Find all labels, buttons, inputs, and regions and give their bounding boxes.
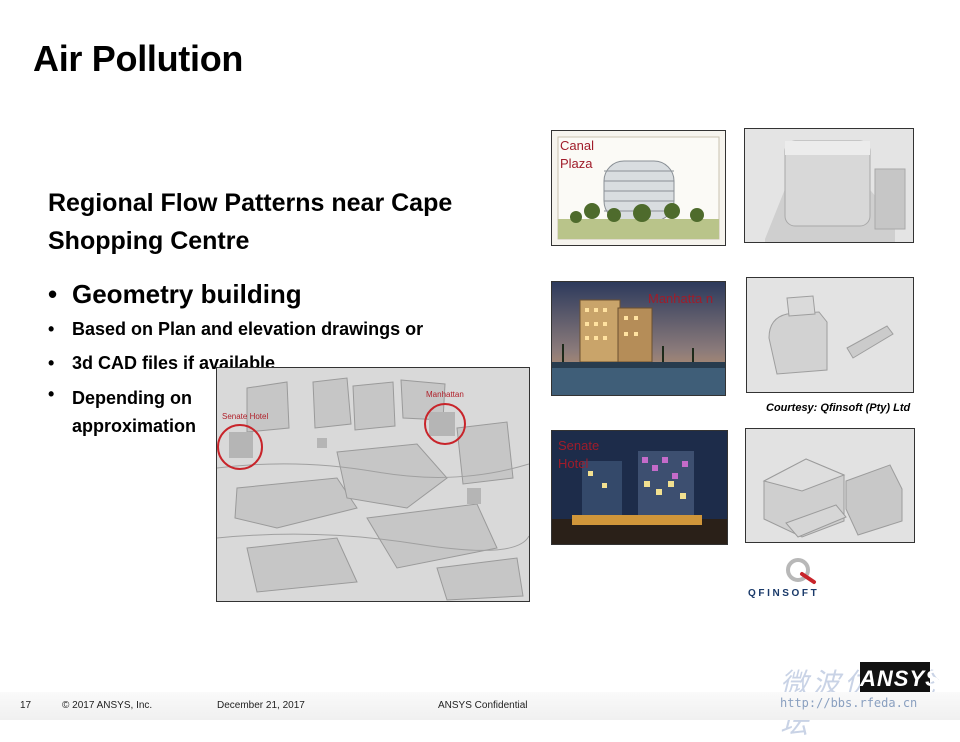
senate-hotel-label: Senate Hotel xyxy=(558,438,600,471)
canal-plaza-photo: Canal Plaza xyxy=(551,130,726,246)
map-senate-hotel-label: Senate Hotel xyxy=(222,412,269,421)
bullet-depending-line1: Depending on xyxy=(72,388,192,408)
footer-copyright: © 2017 ANSYS, Inc. xyxy=(62,700,153,711)
ansys-logo: ANSYS xyxy=(860,662,940,696)
senate-hotel-model xyxy=(745,428,915,543)
bullet-plan-drawings: Based on Plan and elevation drawings or xyxy=(48,312,518,346)
manhattan-model-drawing xyxy=(747,278,913,392)
site-map-model: Senate Hotel Manhattan xyxy=(216,367,530,602)
canal-plaza-model-drawing xyxy=(745,129,913,242)
site-map-drawing xyxy=(217,368,529,601)
manhattan-label: Manhatta n xyxy=(648,291,714,306)
canal-plaza-model xyxy=(744,128,914,243)
slide-title: Air Pollution xyxy=(33,38,244,79)
footer-date: December 21, 2017 xyxy=(217,700,305,711)
qfinsoft-logo-text: QFINSOFT xyxy=(748,588,820,599)
footer-confidential: ANSYS Confidential xyxy=(438,700,528,711)
manhattan-photo: Manhatta n xyxy=(551,281,726,396)
slide-subtitle: Regional Flow Patterns near Cape Shoppin… xyxy=(48,189,453,255)
courtesy-credit: Courtesy: Qfinsoft (Pty) Ltd xyxy=(766,402,911,414)
canal-plaza-label: Canal Plaza xyxy=(560,138,594,171)
senate-hotel-photo: Senate Hotel xyxy=(551,430,728,545)
page-number: 17 xyxy=(20,700,32,711)
watermark-url: http://bbs.rfeda.cn xyxy=(780,696,918,710)
bullet-depending-line2: approximation xyxy=(72,416,197,436)
senate-hotel-model-drawing xyxy=(746,429,914,542)
qfinsoft-logo-icon xyxy=(780,556,820,588)
manhattan-model xyxy=(746,277,914,393)
bullet-geometry-building: Geometry building xyxy=(48,276,518,312)
map-manhattan-label: Manhattan xyxy=(426,390,464,399)
